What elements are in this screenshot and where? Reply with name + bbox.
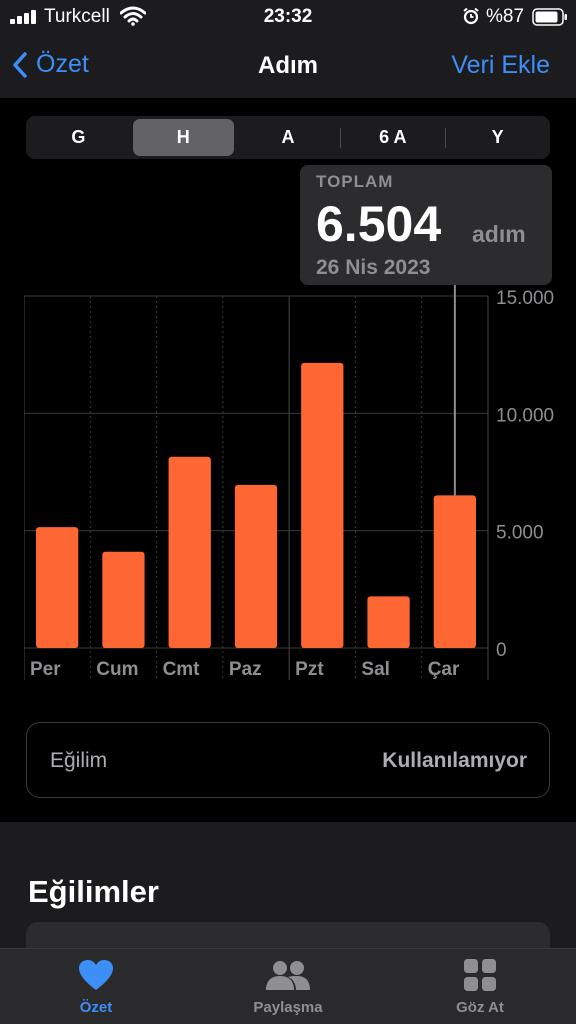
tab-browse[interactable]: Göz At <box>400 959 560 1016</box>
range-day[interactable]: G <box>26 116 131 159</box>
range-month[interactable]: A <box>236 116 341 159</box>
heart-icon <box>79 960 113 990</box>
x-tick-label: Per <box>30 659 61 680</box>
alarm-icon <box>463 7 479 25</box>
range-year[interactable]: Y <box>445 116 550 159</box>
tab-summary[interactable]: Özet <box>16 959 176 1016</box>
section-title: Eğilimler <box>28 874 159 909</box>
tooltip-date: 26 Nis 2023 <box>316 256 431 279</box>
tooltip-unit: adım <box>472 221 526 247</box>
bar-cum <box>102 551 145 648</box>
trend-label: Eğilim <box>50 749 108 772</box>
status-bar: Turkcell 23:32 %87 <box>0 0 576 34</box>
range-6-months[interactable]: 6 A <box>340 116 445 159</box>
x-tick-label: Paz <box>229 659 262 680</box>
trend-value: Kullanılamıyor <box>382 749 527 772</box>
tooltip-value: 6.504 <box>316 196 442 252</box>
y-tick-label: 10.000 <box>496 405 554 426</box>
x-tick-label: Cum <box>96 659 138 680</box>
y-tick-label: 15.000 <box>496 288 554 309</box>
people-icon <box>266 961 310 990</box>
x-tick-label: Pzt <box>295 659 324 680</box>
x-tick-label: Sal <box>361 659 390 680</box>
y-tick-label: 5.000 <box>496 523 544 544</box>
tab-label: Özet <box>79 999 113 1016</box>
grid-icon <box>464 959 496 991</box>
y-tick-label: 0 <box>496 640 507 661</box>
battery-percent: %87 <box>486 6 525 27</box>
bar-pzt <box>301 362 344 648</box>
selection-tooltip: TOPLAM 6.504 adım 26 Nis 2023 <box>300 165 552 285</box>
bar-çar <box>433 495 476 648</box>
x-tick-label: Cmt <box>163 659 201 680</box>
add-data-button[interactable]: Veri Ekle <box>451 51 550 80</box>
bar-cmt <box>168 456 211 648</box>
trend-row[interactable]: Eğilim Kullanılamıyor <box>26 722 550 798</box>
bar-paz <box>234 484 278 648</box>
tab-label: Paylaşma <box>253 999 323 1016</box>
bar-per <box>36 527 79 648</box>
range-selector: G H A 6 A Y <box>26 116 550 159</box>
tooltip-label: TOPLAM <box>316 172 394 191</box>
tab-bar: Özet Paylaşma Göz At <box>0 948 576 1024</box>
range-week[interactable]: H <box>131 116 236 159</box>
x-tick-label: Çar <box>428 659 460 680</box>
tab-sharing[interactable]: Paylaşma <box>208 959 368 1016</box>
nav-bar: Özet Adım Veri Ekle <box>0 34 576 98</box>
battery-icon <box>532 8 567 26</box>
tab-label: Göz At <box>456 999 504 1016</box>
bar-sal <box>367 596 410 648</box>
